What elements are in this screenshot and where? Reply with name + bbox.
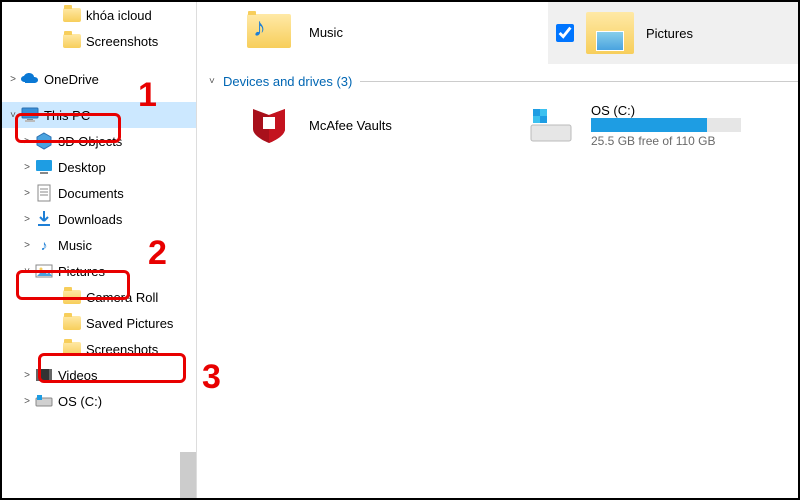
tree-label: OneDrive	[44, 72, 196, 87]
documents-icon	[34, 183, 54, 203]
tree-label: Music	[58, 238, 196, 253]
tree-item-khoa-icloud[interactable]: khóa icloud	[2, 2, 196, 28]
tree-label: Camera Roll	[86, 290, 196, 305]
tree-item-onedrive[interactable]: > OneDrive	[2, 66, 196, 92]
chevron-none-icon	[48, 290, 62, 304]
drive-name: OS (C:)	[591, 103, 741, 118]
tile-label: McAfee Vaults	[309, 118, 392, 133]
chevron-right-icon[interactable]: >	[20, 160, 34, 174]
onedrive-icon	[20, 69, 40, 89]
pictures-folder-thumb-icon	[586, 12, 634, 54]
scrollbar-thumb[interactable]	[180, 452, 196, 498]
tree-item-downloads[interactable]: > Downloads	[2, 206, 196, 232]
chevron-down-icon[interactable]: ˅	[209, 76, 223, 87]
music-folder-icon	[245, 8, 293, 56]
tree-label: OS (C:)	[58, 394, 196, 409]
folder-icon	[62, 31, 82, 51]
tree-item-documents[interactable]: > Documents	[2, 180, 196, 206]
tree-item-this-pc[interactable]: ˅ This PC	[2, 102, 196, 128]
pc-icon	[20, 105, 40, 125]
navigation-tree: khóa icloud Screenshots > OneDrive ˅ Thi…	[2, 2, 197, 498]
tree-label: Pictures	[58, 264, 196, 279]
chevron-right-icon[interactable]: >	[20, 394, 34, 408]
chevron-right-icon[interactable]: >	[20, 186, 34, 200]
tree-item-pictures[interactable]: ˅ Pictures	[2, 258, 196, 284]
section-devices-and-drives[interactable]: ˅ Devices and drives (3)	[197, 62, 798, 95]
chevron-down-icon[interactable]: ˅	[6, 108, 20, 122]
preview-checkbox[interactable]	[556, 24, 574, 42]
tree-item-os-c[interactable]: > OS (C:)	[2, 388, 196, 414]
3d-objects-icon	[34, 131, 54, 151]
drive-free-space: 25.5 GB free of 110 GB	[591, 134, 741, 148]
tree-item-videos[interactable]: > Videos	[2, 362, 196, 388]
section-label: Devices and drives (3)	[223, 74, 352, 89]
downloads-icon	[34, 209, 54, 229]
tree-label: Downloads	[58, 212, 196, 227]
desktop-icon	[34, 157, 54, 177]
chevron-right-icon[interactable]: >	[20, 368, 34, 382]
folder-icon	[62, 313, 82, 333]
content-pane: Pictures Music ˅ Devices and drives (3)	[197, 2, 798, 498]
chevron-right-icon[interactable]: >	[20, 212, 34, 226]
tree-item-screenshots-top[interactable]: Screenshots	[2, 28, 196, 54]
folder-icon	[62, 287, 82, 307]
tree-item-music[interactable]: > Music	[2, 232, 196, 258]
preview-label: Pictures	[646, 26, 693, 41]
tree-item-3d-objects[interactable]: > 3D Objects	[2, 128, 196, 154]
videos-icon	[34, 365, 54, 385]
folder-icon	[62, 339, 82, 359]
preview-pane-header: Pictures	[548, 2, 798, 64]
tile-label: Music	[309, 25, 343, 40]
drive-icon	[527, 101, 575, 149]
chevron-right-icon[interactable]: >	[6, 72, 20, 86]
drive-icon	[34, 391, 54, 411]
chevron-none-icon	[48, 342, 62, 356]
chevron-down-icon[interactable]: ˅	[20, 264, 34, 278]
drive-usage-bar	[591, 118, 741, 132]
chevron-right-icon[interactable]: >	[20, 238, 34, 252]
pictures-icon	[34, 261, 54, 281]
tree-label: Screenshots	[86, 342, 196, 357]
chevron-none-icon	[48, 34, 62, 48]
item-mcafee-vaults[interactable]: McAfee Vaults	[197, 95, 517, 155]
tree-item-saved-pictures[interactable]: Saved Pictures	[2, 310, 196, 336]
chevron-none-icon	[48, 8, 62, 22]
chevron-right-icon[interactable]: >	[20, 134, 34, 148]
item-drive-os-c[interactable]: OS (C:) 25.5 GB free of 110 GB	[517, 95, 741, 155]
tree-item-desktop[interactable]: > Desktop	[2, 154, 196, 180]
mcafee-icon	[245, 101, 293, 149]
tree-label: khóa icloud	[86, 8, 196, 23]
chevron-none-icon	[48, 316, 62, 330]
music-icon	[34, 235, 54, 255]
tree-label: Videos	[58, 368, 196, 383]
tree-label: Documents	[58, 186, 196, 201]
folder-icon	[62, 5, 82, 25]
tree-label: Screenshots	[86, 34, 196, 49]
tree-label: This PC	[44, 108, 196, 123]
tree-label: Saved Pictures	[86, 316, 196, 331]
tree-item-screenshots[interactable]: Screenshots	[2, 336, 196, 362]
section-divider	[360, 81, 798, 82]
tree-item-camera-roll[interactable]: Camera Roll	[2, 284, 196, 310]
tree-label: Desktop	[58, 160, 196, 175]
tree-label: 3D Objects	[58, 134, 196, 149]
